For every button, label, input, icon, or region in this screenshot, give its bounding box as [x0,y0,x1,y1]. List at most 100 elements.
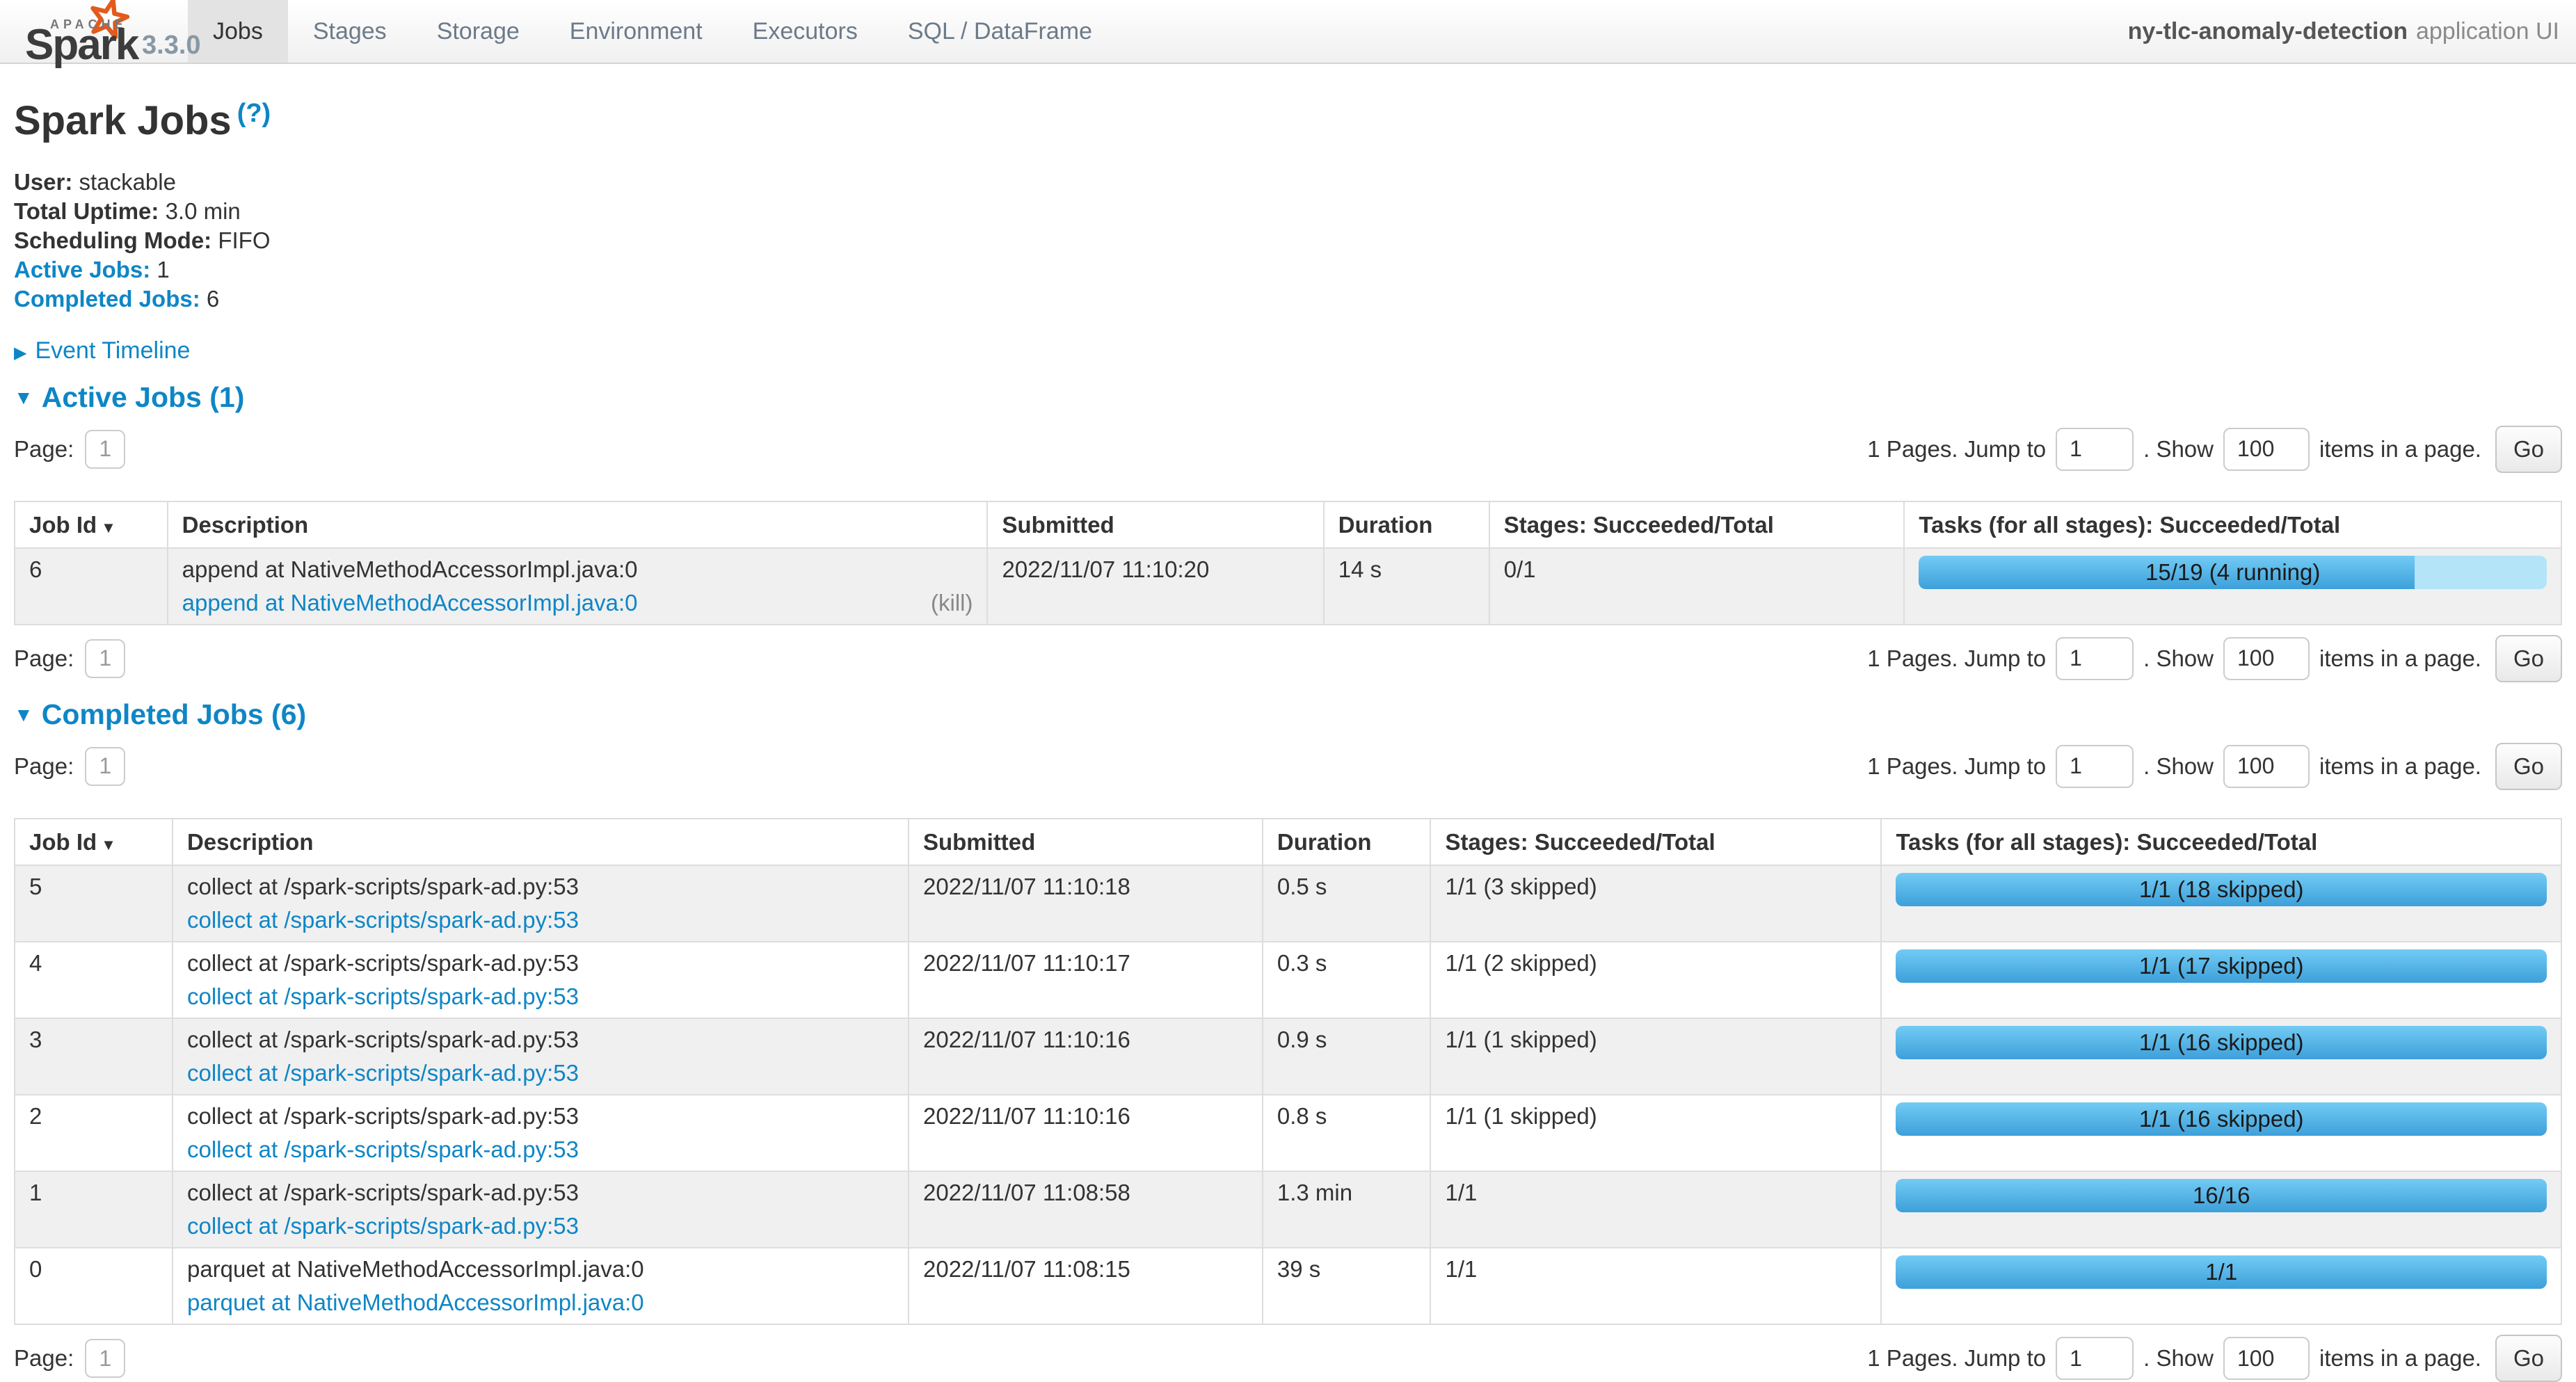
header-job-id[interactable]: Job Id▼ [15,501,168,548]
stages-cell: 0/1 [1489,548,1905,625]
go-button[interactable]: Go [2495,1335,2562,1382]
stages-cell: 1/1 (1 skipped) [1430,1018,1881,1095]
page-size-input[interactable] [2223,428,2310,471]
duration-cell: 39 s [1263,1248,1431,1324]
collapse-down-arrow-icon: ▼ [14,704,33,725]
tab-stages[interactable]: Stages [288,0,412,63]
duration-cell: 1.3 min [1263,1171,1431,1248]
active-jobs-link[interactable]: Active Jobs: [14,257,150,282]
pagination-page-input[interactable] [85,639,125,678]
tab-executors[interactable]: Executors [728,0,883,63]
page-size-input[interactable] [2223,745,2310,788]
event-timeline-label: Event Timeline [35,337,190,364]
completed-jobs-section-header[interactable]: ▼Completed Jobs (6) [14,696,2562,733]
spark-logo[interactable]: APACHE Spark 3.3.0 [14,0,188,63]
table-row: 3 collect at /spark-scripts/spark-ad.py:… [15,1018,2561,1095]
description-cell: collect at /spark-scripts/spark-ad.py:53… [173,1018,909,1095]
summary-scheduling-value: FIFO [218,227,270,253]
active-jobs-table: Job Id▼ Description Submitted Duration S… [14,501,2562,625]
page-title-text: Spark Jobs [14,98,232,143]
summary-user-label: User: [14,169,72,195]
page-size-input[interactable] [2223,1337,2310,1380]
tasks-progress-cell: 16/16 [1881,1171,2561,1248]
brand-spark-label: Spark [25,18,138,72]
nav-tabs: Jobs Stages Storage Environment Executor… [188,0,1117,63]
items-text: items in a page. [2319,435,2481,463]
show-text: . Show [2143,752,2214,780]
job-id-cell: 3 [15,1018,173,1095]
job-id-cell: 1 [15,1171,173,1248]
description-cell: collect at /spark-scripts/spark-ad.py:53… [173,942,909,1018]
top-navbar: APACHE Spark 3.3.0 Jobs Stages Storage E… [0,0,2576,64]
tasks-progress-cell: 1/1 (17 skipped) [1881,942,2561,1018]
tab-storage[interactable]: Storage [412,0,545,63]
event-timeline-toggle[interactable]: ▶Event Timeline [14,336,2562,365]
description-text: collect at /spark-scripts/spark-ad.py:53 [187,1102,894,1130]
collapse-down-arrow-icon: ▼ [14,387,33,408]
header-duration[interactable]: Duration [1324,501,1489,548]
tab-environment[interactable]: Environment [545,0,728,63]
description-cell: append at NativeMethodAccessorImpl.java:… [168,548,988,625]
header-submitted[interactable]: Submitted [987,501,1323,548]
header-submitted[interactable]: Submitted [909,819,1263,865]
go-button[interactable]: Go [2495,635,2562,682]
task-progress-bar: 15/19 (4 running) [1919,556,2547,589]
header-tasks[interactable]: Tasks (for all stages): Succeeded/Total [1881,819,2561,865]
submitted-cell: 2022/11/07 11:10:18 [909,865,1263,942]
pages-jump-text: 1 Pages. Jump to [1867,752,2046,780]
job-id-cell: 4 [15,942,173,1018]
tab-jobs[interactable]: Jobs [188,0,288,63]
header-description[interactable]: Description [168,501,988,548]
header-stages[interactable]: Stages: Succeeded/Total [1430,819,1881,865]
job-detail-link[interactable]: collect at /spark-scripts/spark-ad.py:53 [187,1212,579,1240]
go-button[interactable]: Go [2495,743,2562,790]
job-detail-link[interactable]: collect at /spark-scripts/spark-ad.py:53 [187,1059,579,1087]
spark-version: 3.3.0 [142,29,201,63]
jump-to-input[interactable] [2056,428,2134,471]
summary-uptime-value: 3.0 min [166,198,241,224]
summary-active-value: 1 [157,257,169,282]
jump-to-input[interactable] [2056,637,2134,680]
tasks-progress-cell: 1/1 (16 skipped) [1881,1018,2561,1095]
pagination-page-input[interactable] [85,747,125,786]
description-cell: parquet at NativeMethodAccessorImpl.java… [173,1248,909,1324]
submitted-cell: 2022/11/07 11:10:17 [909,942,1263,1018]
header-description[interactable]: Description [173,819,909,865]
pagination-bar: Page: 1 Pages. Jump to . Show items in a… [14,743,2562,790]
completed-jobs-link[interactable]: Completed Jobs: [14,286,200,312]
jump-to-input[interactable] [2056,745,2134,788]
pagination-page-input[interactable] [85,1339,125,1378]
application-name: ny-tlc-anomaly-detection application UI [2128,0,2576,63]
description-cell: collect at /spark-scripts/spark-ad.py:53… [173,1095,909,1171]
sort-arrow-icon: ▼ [101,519,116,536]
task-progress-bar: 1/1 (16 skipped) [1896,1102,2547,1136]
header-job-id[interactable]: Job Id▼ [15,819,173,865]
jump-to-input[interactable] [2056,1337,2134,1380]
job-summary: User: stackable Total Uptime: 3.0 min Sc… [14,168,2562,314]
job-detail-link[interactable]: parquet at NativeMethodAccessorImpl.java… [187,1289,644,1317]
page-label: Page: [14,752,74,780]
kill-link[interactable]: (kill) [931,589,973,617]
summary-user-value: stackable [79,169,176,195]
header-stages[interactable]: Stages: Succeeded/Total [1489,501,1905,548]
header-tasks[interactable]: Tasks (for all stages): Succeeded/Total [1904,501,2561,548]
job-detail-link[interactable]: append at NativeMethodAccessorImpl.java:… [182,589,638,617]
tab-sql-dataframe[interactable]: SQL / DataFrame [883,0,1117,63]
go-button[interactable]: Go [2495,426,2562,473]
submitted-cell: 2022/11/07 11:08:58 [909,1171,1263,1248]
table-row: 2 collect at /spark-scripts/spark-ad.py:… [15,1095,2561,1171]
task-progress-bar: 1/1 [1896,1255,2547,1289]
pagination-page-input[interactable] [85,430,125,469]
active-jobs-section-header[interactable]: ▼ Active Jobs (1) [14,379,2562,416]
completed-jobs-table: Job Id▼ Description Submitted Duration S… [14,818,2562,1325]
job-detail-link[interactable]: collect at /spark-scripts/spark-ad.py:53 [187,1136,579,1164]
page-size-input[interactable] [2223,637,2310,680]
job-detail-link[interactable]: collect at /spark-scripts/spark-ad.py:53 [187,983,579,1011]
job-detail-link[interactable]: collect at /spark-scripts/spark-ad.py:53 [187,906,579,934]
active-jobs-section-title: Active Jobs (1) [42,381,245,413]
help-link[interactable]: (?) [237,99,271,128]
summary-user: User: stackable [14,168,2562,197]
header-duration[interactable]: Duration [1263,819,1431,865]
summary-completed-jobs: Completed Jobs: 6 [14,284,2562,314]
table-header-row: Job Id▼ Description Submitted Duration S… [15,501,2561,548]
